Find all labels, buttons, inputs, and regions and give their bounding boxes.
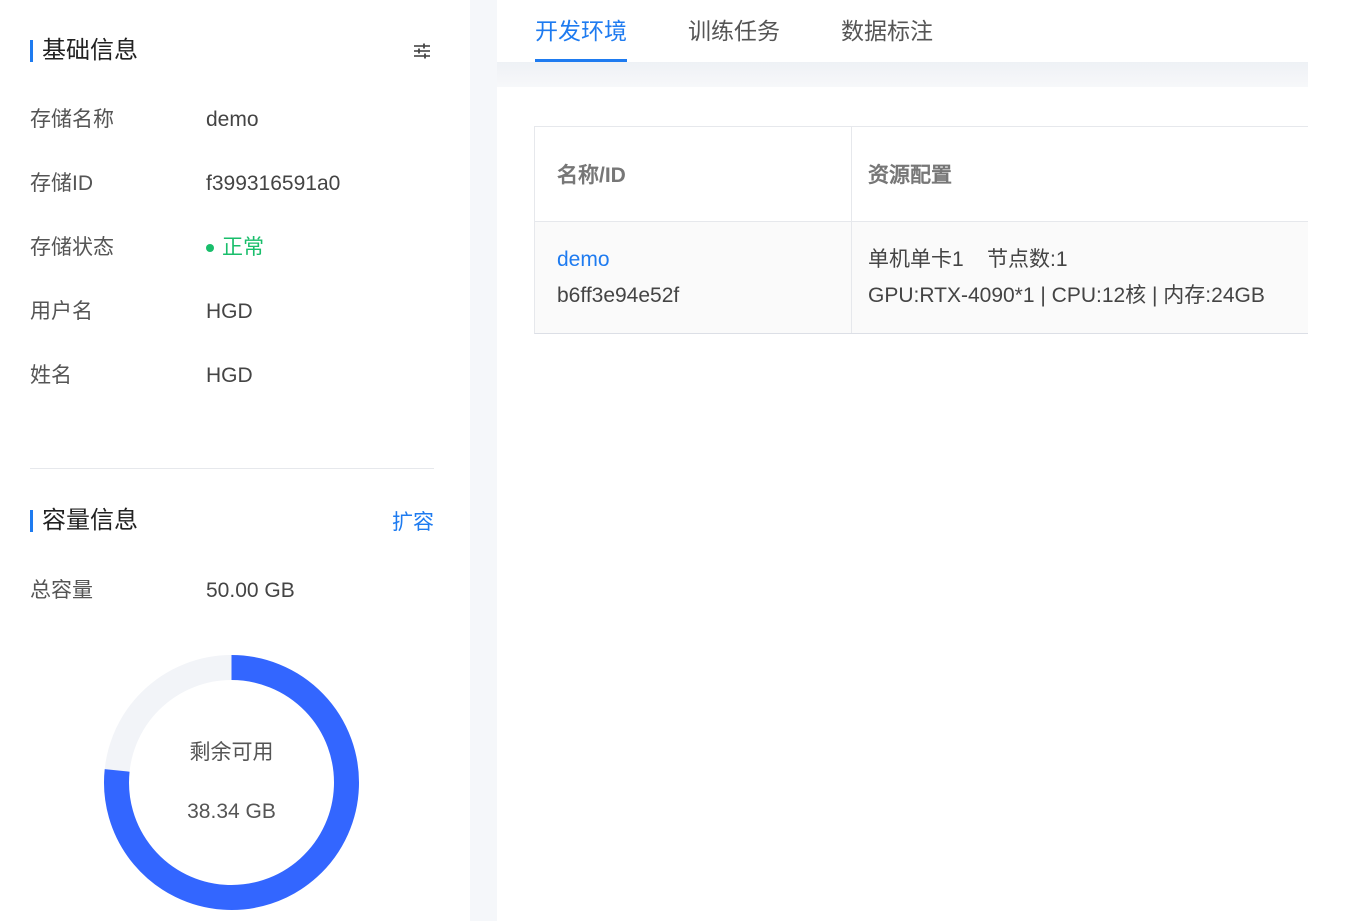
info-row-storage-status: 存储状态 正常 [30,234,264,262]
title-accent-bar [30,510,33,532]
basic-info-title-text: 基础信息 [42,37,138,64]
section-divider [30,468,434,469]
info-row-storage-name: 存储名称 demo [30,106,259,134]
expand-capacity-link[interactable]: 扩容 [392,506,434,536]
capacity-info-title-text: 容量信息 [42,507,138,534]
config-line-2: GPU:RTX-4090*1 | CPU:12核 | 内存:24GB [868,283,1265,307]
tabs-bar: 开发环境 训练任务 数据标注 [497,0,1308,62]
info-value: HGD [206,300,253,323]
tab-data-annotation[interactable]: 数据标注 [841,14,933,62]
table-header: 名称/ID 资源配置 [534,127,1308,222]
title-accent-bar [30,40,33,62]
column-header-name-id: 名称/ID [535,127,852,221]
config-line-1: 单机单卡1 节点数:1 [868,247,1068,271]
info-value: f399316591a0 [206,172,341,195]
status-text: 正常 [222,236,264,259]
tab-training-tasks[interactable]: 训练任务 [688,14,780,62]
status-badge: 正常 [206,234,264,262]
info-value: HGD [206,364,253,387]
info-label: 存储名称 [30,108,114,131]
info-label: 存储ID [30,172,93,195]
filter-settings-icon[interactable] [412,41,432,61]
column-header-resource-config: 资源配置 [868,164,952,187]
dev-environment-table: 名称/ID 资源配置 demo b6ff3e94e52f 单机单卡1 节点数:1… [534,126,1308,334]
capacity-donut-chart: 剩余可用 38.34 GB [103,654,360,911]
info-label: 总容量 [30,579,93,602]
usage-panel: 开发环境 训练任务 数据标注 名称/ID 资源配置 demo b6ff3e94e… [497,0,1308,921]
cell-name-id: demo b6ff3e94e52f [535,222,852,333]
status-dot-icon [206,244,214,252]
donut-remaining-label: 剩余可用 [189,741,274,764]
instance-name-link[interactable]: demo [557,242,851,278]
info-value: 50.00 GB [206,579,295,602]
table-row: demo b6ff3e94e52f 单机单卡1 节点数:1 GPU:RTX-40… [534,222,1308,334]
panel-gap [470,0,497,921]
info-row-storage-id: 存储ID f399316591a0 [30,170,340,198]
instance-id: b6ff3e94e52f [557,283,680,307]
basic-info-title: 基础信息 [30,36,138,66]
info-label: 用户名 [30,300,93,323]
info-row-full-name: 姓名 HGD [30,362,253,390]
info-label: 存储状态 [30,236,114,259]
info-row-username: 用户名 HGD [30,298,253,326]
cell-resource-config: 单机单卡1 节点数:1 GPU:RTX-4090*1 | CPU:12核 | 内… [852,222,1308,333]
info-row-total-capacity: 总容量 50.00 GB [30,577,295,605]
tab-dev-environment[interactable]: 开发环境 [535,14,627,62]
info-value: demo [206,108,259,131]
capacity-info-header: 容量信息 扩容 [30,506,434,536]
tabs-separator [497,62,1308,87]
basic-info-header: 基础信息 [30,36,434,66]
storage-detail-panel: 基础信息 存储名称 demo 存储ID f399316591a0 存储状态 正常… [0,0,470,921]
donut-remaining-value: 38.34 GB [187,800,276,823]
capacity-info-title: 容量信息 [30,506,138,536]
donut-svg [104,655,359,910]
info-label: 姓名 [30,364,72,387]
